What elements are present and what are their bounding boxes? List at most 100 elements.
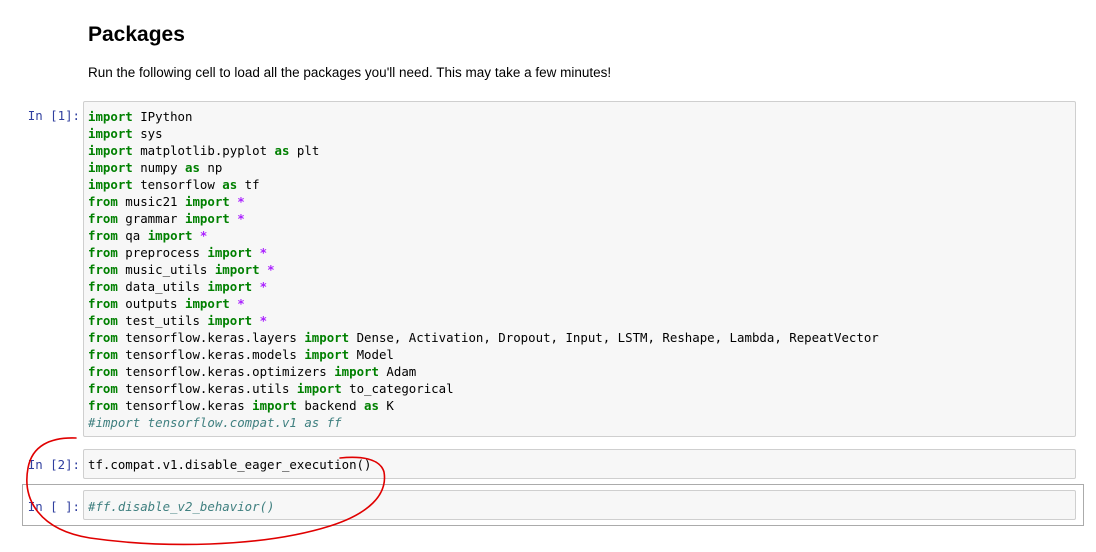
markdown-cell[interactable]: Packages Run the following cell to load …	[88, 20, 1078, 82]
code-token: IPython	[132, 109, 193, 124]
code-token: import	[147, 228, 193, 243]
code-token: import	[184, 296, 230, 311]
section-heading: Packages	[88, 23, 185, 46]
code-line: from test_utils import *	[84, 312, 1075, 329]
code-token: numpy	[132, 160, 185, 175]
code-token: tf	[237, 177, 260, 192]
code-cell-1[interactable]: In [1]: import IPython import sys import m…	[0, 101, 1096, 437]
code-token: *	[237, 296, 245, 311]
code-line: tf.compat.v1.disable_eager_execution()	[84, 456, 1075, 473]
code-token: tensorflow.keras.layers	[117, 330, 305, 345]
code-token: data_utils	[117, 279, 208, 294]
code-token: import	[184, 211, 230, 226]
code-token: K	[378, 398, 394, 413]
code-token: as	[274, 143, 290, 158]
code-editor[interactable]: tf.compat.v1.disable_eager_execution()	[83, 449, 1076, 479]
code-token: from	[88, 262, 118, 277]
cell-prompt: In [2]:	[27, 457, 80, 472]
code-token: import	[334, 364, 379, 379]
code-token: import	[88, 126, 133, 141]
code-token: from	[88, 347, 118, 362]
code-token: from	[88, 330, 118, 345]
code-line: import matplotlib.pyplot as plt	[84, 142, 1075, 159]
code-token: from	[88, 279, 118, 294]
code-token: *	[259, 245, 268, 260]
code-token: from	[88, 211, 118, 226]
code-token: Adam	[378, 364, 417, 379]
code-token: from	[88, 313, 118, 328]
code-token: tensorflow.keras.optimizers	[117, 364, 335, 379]
code-token: from	[88, 364, 118, 379]
code-line: from tensorflow.keras import backend as …	[84, 397, 1075, 414]
code-token: import	[296, 381, 342, 396]
code-token: import	[88, 177, 133, 192]
code-token: import	[88, 160, 133, 175]
code-token: import	[207, 313, 253, 328]
code-token: tensorflow.keras.models	[117, 347, 305, 362]
code-token: tensorflow.keras.utils	[117, 381, 297, 396]
code-token: plt	[289, 143, 320, 158]
code-token: import	[88, 109, 133, 124]
code-line: from tensorflow.keras.optimizers import …	[84, 363, 1075, 380]
code-token: #ff.disable_v2_behavior()	[88, 499, 275, 514]
code-line: from tensorflow.keras.models import Mode…	[84, 346, 1075, 363]
cell-prompt: In [1]:	[27, 108, 80, 123]
code-token: *	[237, 194, 245, 209]
code-token: *	[259, 313, 268, 328]
code-line: import IPython	[84, 108, 1075, 125]
code-token: import	[88, 143, 133, 158]
code-token: tensorflow	[132, 177, 223, 192]
code-token: music_utils	[117, 262, 215, 277]
code-editor[interactable]: #ff.disable_v2_behavior()	[83, 490, 1076, 520]
code-token: backend	[296, 398, 365, 413]
code-token: from	[88, 398, 118, 413]
code-line: from music_utils import *	[84, 261, 1075, 278]
code-line: import sys	[84, 125, 1075, 142]
code-token: as	[184, 160, 200, 175]
code-token: from	[88, 228, 118, 243]
code-token: Model	[349, 347, 394, 362]
code-token: from	[88, 381, 118, 396]
code-token: import	[304, 330, 350, 345]
code-cell-3[interactable]: In [ ]: #ff.disable_v2_behavior()	[0, 490, 1096, 520]
code-token: import	[207, 279, 253, 294]
code-token: matplotlib.pyplot	[132, 143, 275, 158]
code-token: preprocess	[117, 245, 208, 260]
code-line: from data_utils import *	[84, 278, 1075, 295]
code-token: music21	[117, 194, 185, 209]
code-token: Dense, Activation, Dropout, Input, LSTM,…	[349, 330, 879, 345]
code-token: tensorflow.keras	[117, 398, 253, 413]
code-token: test_utils	[117, 313, 208, 328]
code-token: outputs	[117, 296, 185, 311]
code-cell-2[interactable]: In [2]: tf.compat.v1.disable_eager_execu…	[0, 449, 1096, 479]
code-token: *	[259, 279, 268, 294]
code-token: import	[184, 194, 230, 209]
code-line: from outputs import *	[84, 295, 1075, 312]
code-token: grammar	[117, 211, 185, 226]
code-token: import	[304, 347, 350, 362]
code-token: to_categorical	[341, 381, 454, 396]
code-line: from preprocess import *	[84, 244, 1075, 261]
code-line: from grammar import *	[84, 210, 1075, 227]
code-editor[interactable]: import IPython import sys import matplotli…	[83, 101, 1076, 437]
code-token: as	[222, 177, 238, 192]
code-line: import numpy as np	[84, 159, 1075, 176]
section-description: Run the following cell to load all the p…	[88, 65, 612, 80]
code-token: qa	[117, 228, 148, 243]
code-line: from qa import *	[84, 227, 1075, 244]
code-token: import	[207, 245, 253, 260]
code-token: import	[214, 262, 260, 277]
code-token: *	[237, 211, 245, 226]
code-line: #import tensorflow.compat.v1 as ff	[84, 414, 1075, 431]
code-line: from music21 import *	[84, 193, 1075, 210]
code-token: *	[199, 228, 208, 243]
code-token: from	[88, 194, 118, 209]
code-token: np	[199, 160, 223, 175]
code-token: as	[364, 398, 379, 413]
code-line: #ff.disable_v2_behavior()	[84, 498, 1075, 515]
